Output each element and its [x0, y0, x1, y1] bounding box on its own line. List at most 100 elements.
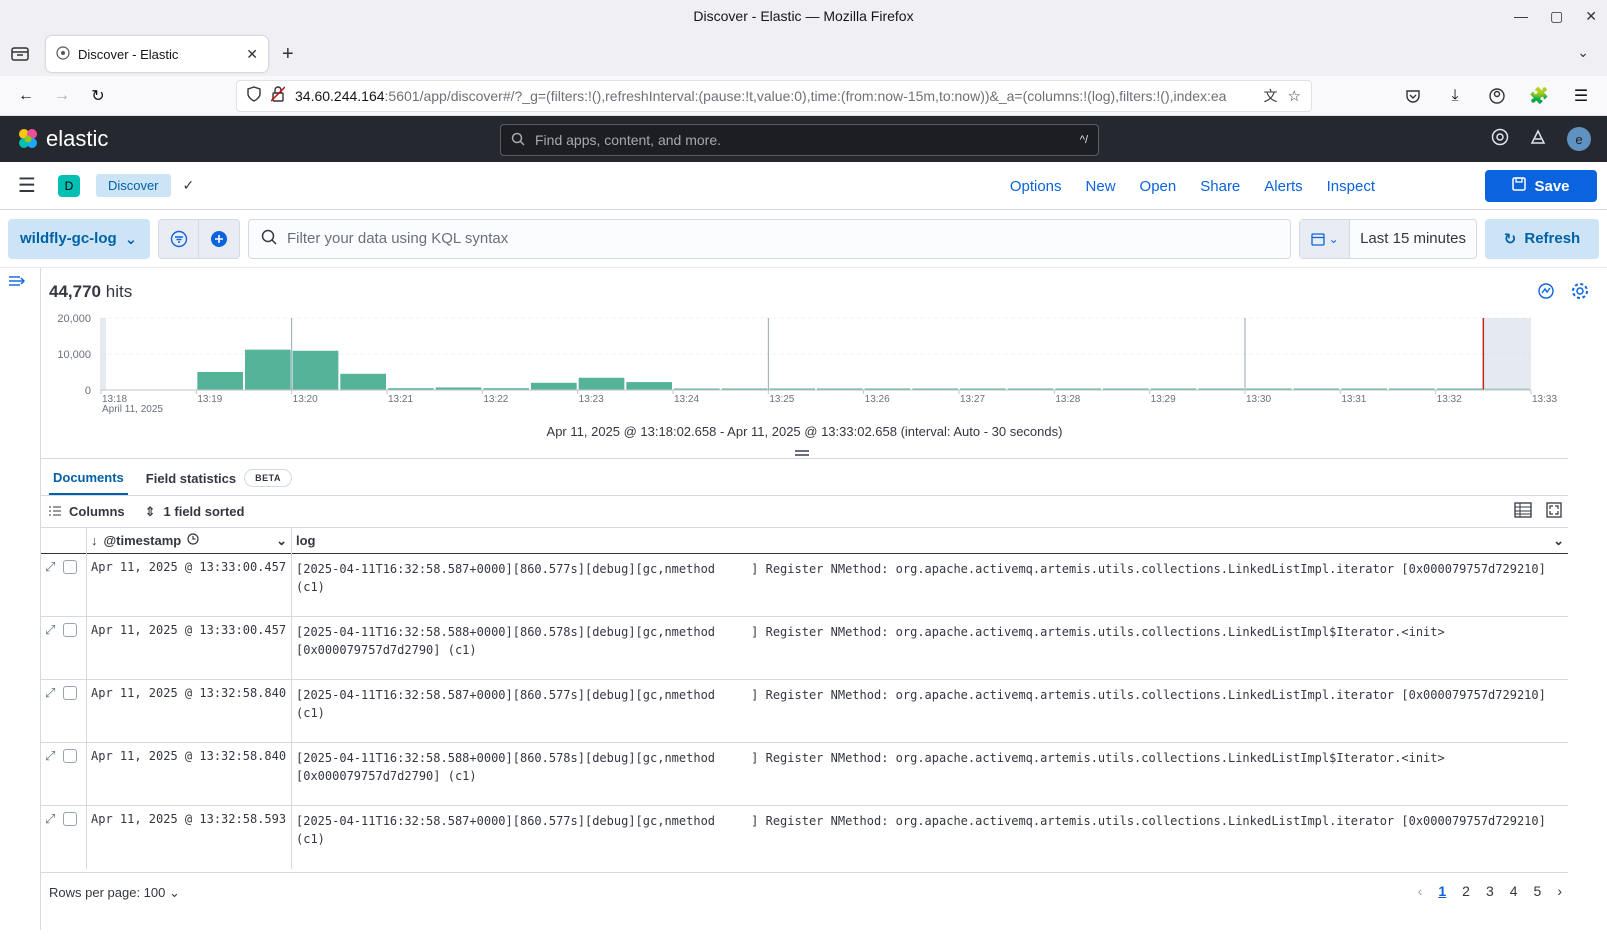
- inspect-link[interactable]: Inspect: [1327, 178, 1375, 195]
- help-icon[interactable]: [1491, 128, 1509, 151]
- options-link[interactable]: Options: [1010, 178, 1062, 195]
- account-icon[interactable]: [1481, 80, 1513, 112]
- forward-arrow-icon[interactable]: →: [46, 80, 78, 112]
- kql-query-input[interactable]: Filter your data using KQL syntax: [248, 218, 1292, 259]
- firefox-view-icon[interactable]: [10, 44, 30, 64]
- downloads-icon[interactable]: ⤓: [1439, 80, 1471, 112]
- page-3-button[interactable]: 3: [1486, 883, 1494, 899]
- expand-icon[interactable]: ⤢: [45, 749, 55, 764]
- log-cell[interactable]: [2025-04-11T16:32:58.587+0000][860.577s]…: [292, 680, 1568, 742]
- histogram-chart[interactable]: 20,00010,000013:18 13:19 13:20 13:21 13:22 13…: [41, 310, 1568, 422]
- histogram-bar[interactable]: [626, 382, 672, 390]
- gear-icon[interactable]: [1571, 282, 1589, 305]
- expand-icon[interactable]: ⤢: [45, 623, 55, 638]
- log-cell[interactable]: [2025-04-11T16:32:58.587+0000][860.577s]…: [292, 554, 1568, 616]
- prev-page-icon[interactable]: ‹: [1418, 883, 1423, 899]
- extensions-icon[interactable]: 🧩: [1523, 80, 1555, 112]
- log-cell[interactable]: [2025-04-11T16:32:58.588+0000][860.578s]…: [292, 743, 1568, 805]
- elastic-logo[interactable]: elastic: [16, 126, 108, 152]
- share-link[interactable]: Share: [1200, 178, 1240, 195]
- chevron-down-icon[interactable]: ⌄: [276, 533, 287, 549]
- news-feed-icon[interactable]: [1529, 128, 1547, 151]
- log-column-header[interactable]: log ⌄: [292, 528, 1568, 554]
- menu-hamburger-icon[interactable]: ☰: [18, 173, 36, 198]
- url-text[interactable]: 34.60.244.164:5601/app/discover#/?_g=(fi…: [295, 88, 1254, 104]
- page-2-button[interactable]: 2: [1462, 883, 1470, 899]
- chevron-down-icon[interactable]: ⌄: [1553, 532, 1564, 550]
- tab-field-statistics[interactable]: Field statistics BETA: [142, 461, 296, 495]
- global-search[interactable]: Find apps, content, and more. ^/: [500, 124, 1099, 156]
- tab-documents[interactable]: Documents: [49, 461, 128, 495]
- sidebar-toggle-icon[interactable]: [8, 274, 26, 293]
- reload-icon[interactable]: ↻: [82, 80, 114, 112]
- next-page-icon[interactable]: ›: [1557, 883, 1562, 899]
- fullscreen-icon[interactable]: [1546, 502, 1562, 521]
- shield-icon[interactable]: [247, 86, 261, 105]
- page-5-button[interactable]: 5: [1534, 883, 1542, 899]
- add-filter-icon[interactable]: [199, 220, 239, 258]
- alerts-link[interactable]: Alerts: [1264, 178, 1302, 195]
- row-checkbox[interactable]: [63, 812, 78, 826]
- tab-list-chevron-icon[interactable]: ⌄: [1577, 44, 1589, 61]
- timestamp-cell[interactable]: Apr 11, 2025 @ 13:33:00.457: [87, 617, 292, 679]
- log-cell[interactable]: [2025-04-11T16:32:58.587+0000][860.577s]…: [292, 806, 1568, 869]
- space-badge[interactable]: D: [57, 174, 80, 197]
- breadcrumb-discover[interactable]: Discover: [95, 174, 171, 197]
- histogram-bar[interactable]: [340, 373, 386, 390]
- histogram-bar[interactable]: [578, 377, 625, 390]
- histogram-bar[interactable]: [197, 372, 243, 390]
- rows-per-page-select[interactable]: Rows per page: 100 ⌄: [49, 885, 180, 901]
- timestamp-cell[interactable]: Apr 11, 2025 @ 13:32:58.840: [87, 743, 292, 805]
- expand-icon[interactable]: ⤢: [45, 812, 55, 827]
- timestamp-column-header[interactable]: ↓ @timestamp ⌄: [87, 527, 292, 554]
- app-menu-icon[interactable]: ☰: [1565, 80, 1597, 112]
- histogram-bar[interactable]: [292, 350, 339, 390]
- new-link[interactable]: New: [1086, 178, 1116, 195]
- back-arrow-icon[interactable]: ←: [10, 80, 42, 112]
- page-1-button[interactable]: 1: [1438, 883, 1446, 899]
- histogram-bar[interactable]: [245, 349, 291, 390]
- maximize-icon[interactable]: ▢: [1550, 8, 1563, 25]
- time-range-label[interactable]: Last 15 minutes: [1350, 230, 1476, 247]
- pocket-icon[interactable]: [1397, 80, 1429, 112]
- timestamp-cell[interactable]: Apr 11, 2025 @ 13:33:00.457: [87, 554, 292, 616]
- expand-icon[interactable]: ⤢: [45, 560, 55, 575]
- insecure-lock-icon[interactable]: [270, 86, 286, 105]
- timestamp-cell[interactable]: Apr 11, 2025 @ 13:32:58.593: [87, 806, 292, 869]
- row-checkbox[interactable]: [63, 686, 78, 700]
- row-checkbox[interactable]: [63, 749, 78, 763]
- table-row[interactable]: ⤢ Apr 11, 2025 @ 13:32:58.840 [2025-04-1…: [41, 680, 1568, 743]
- row-checkbox[interactable]: [63, 560, 78, 574]
- data-view-picker[interactable]: wildfly-gc-log ⌄: [8, 218, 150, 259]
- user-avatar[interactable]: e: [1567, 127, 1591, 151]
- bookmark-star-icon[interactable]: ☆: [1288, 87, 1301, 105]
- density-table-icon[interactable]: [1514, 502, 1532, 521]
- save-button[interactable]: Save: [1485, 170, 1597, 202]
- expand-icon[interactable]: ⤢: [45, 686, 55, 701]
- close-tab-icon[interactable]: ✕: [246, 46, 258, 63]
- quick-select-button[interactable]: ⌄: [1300, 219, 1351, 258]
- table-row[interactable]: ⤢ Apr 11, 2025 @ 13:32:58.840 [2025-04-1…: [41, 743, 1568, 806]
- columns-button[interactable]: Columns: [49, 504, 125, 519]
- browser-tab-discover[interactable]: Discover - Elastic ✕: [46, 36, 268, 72]
- filter-menu-icon[interactable]: [159, 219, 199, 258]
- table-row[interactable]: ⤢ Apr 11, 2025 @ 13:33:00.457 [2025-04-1…: [41, 617, 1568, 680]
- table-row[interactable]: ⤢ Apr 11, 2025 @ 13:33:00.457 [2025-04-1…: [41, 554, 1568, 617]
- table-row[interactable]: ⤢ Apr 11, 2025 @ 13:32:58.593 [2025-04-1…: [41, 806, 1568, 869]
- translate-icon[interactable]: 文: [1264, 86, 1278, 106]
- open-link[interactable]: Open: [1140, 178, 1177, 195]
- histogram-bar[interactable]: [531, 382, 577, 390]
- refresh-button[interactable]: ↻ Refresh: [1485, 218, 1599, 259]
- sort-button[interactable]: ⇕ 1 field sorted: [145, 504, 245, 520]
- close-window-icon[interactable]: ✕: [1585, 8, 1597, 25]
- row-checkbox[interactable]: [63, 623, 78, 637]
- page-4-button[interactable]: 4: [1510, 883, 1518, 899]
- sort-descending-icon[interactable]: ↓: [91, 533, 98, 548]
- timestamp-cell[interactable]: Apr 11, 2025 @ 13:32:58.840: [87, 680, 292, 742]
- resize-handle[interactable]: [795, 450, 809, 456]
- visualize-icon[interactable]: [1537, 282, 1555, 305]
- minimize-icon[interactable]: —: [1514, 8, 1528, 24]
- url-bar[interactable]: 34.60.244.164:5601/app/discover#/?_g=(fi…: [236, 79, 1312, 112]
- new-tab-icon[interactable]: +: [282, 43, 294, 66]
- log-cell[interactable]: [2025-04-11T16:32:58.588+0000][860.578s]…: [292, 617, 1568, 679]
